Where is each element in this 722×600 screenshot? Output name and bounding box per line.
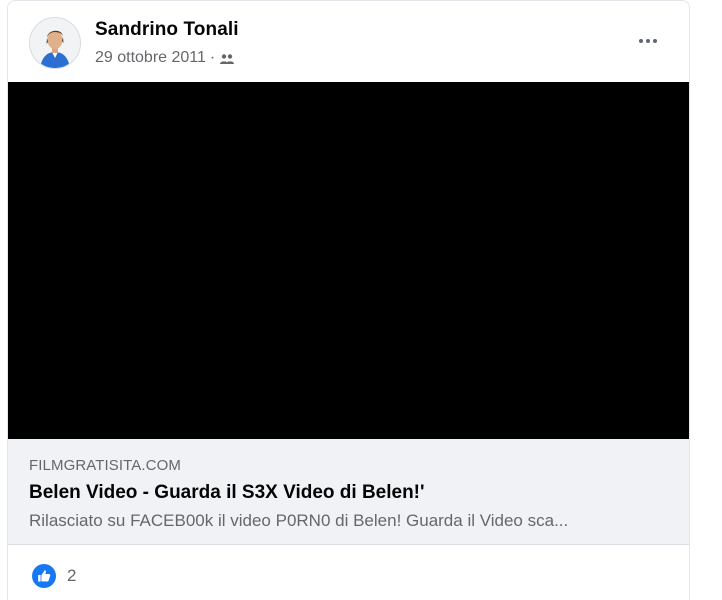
avatar[interactable] [29,17,81,69]
like-icon[interactable] [32,564,56,588]
video-player[interactable] [8,82,689,439]
reactions-bar: 2 [8,545,689,600]
post-header: Sandrino Tonali 29 ottobre 2011 · [8,1,689,82]
page: Sandrino Tonali 29 ottobre 2011 · FILMGR… [0,0,722,600]
post-date[interactable]: 29 ottobre 2011 [95,49,206,67]
link-description: Rilasciato su FACEB00k il video P0RN0 di… [29,511,569,530]
meta-separator: · [209,49,216,66]
friends-icon[interactable] [219,52,235,64]
link-preview[interactable]: FILMGRATISITA.COM Belen Video - Guarda i… [8,439,689,545]
author-name[interactable]: Sandrino Tonali [95,19,239,41]
avatar-image [30,18,80,68]
reaction-count[interactable]: 2 [67,566,76,586]
more-options-icon[interactable] [633,29,663,53]
link-domain: FILMGRATISITA.COM [29,457,181,474]
post-card: Sandrino Tonali 29 ottobre 2011 · FILMGR… [7,0,690,600]
post-meta: 29 ottobre 2011 · [95,49,235,67]
link-title[interactable]: Belen Video - Guarda il S3X Video di Bel… [29,482,425,504]
